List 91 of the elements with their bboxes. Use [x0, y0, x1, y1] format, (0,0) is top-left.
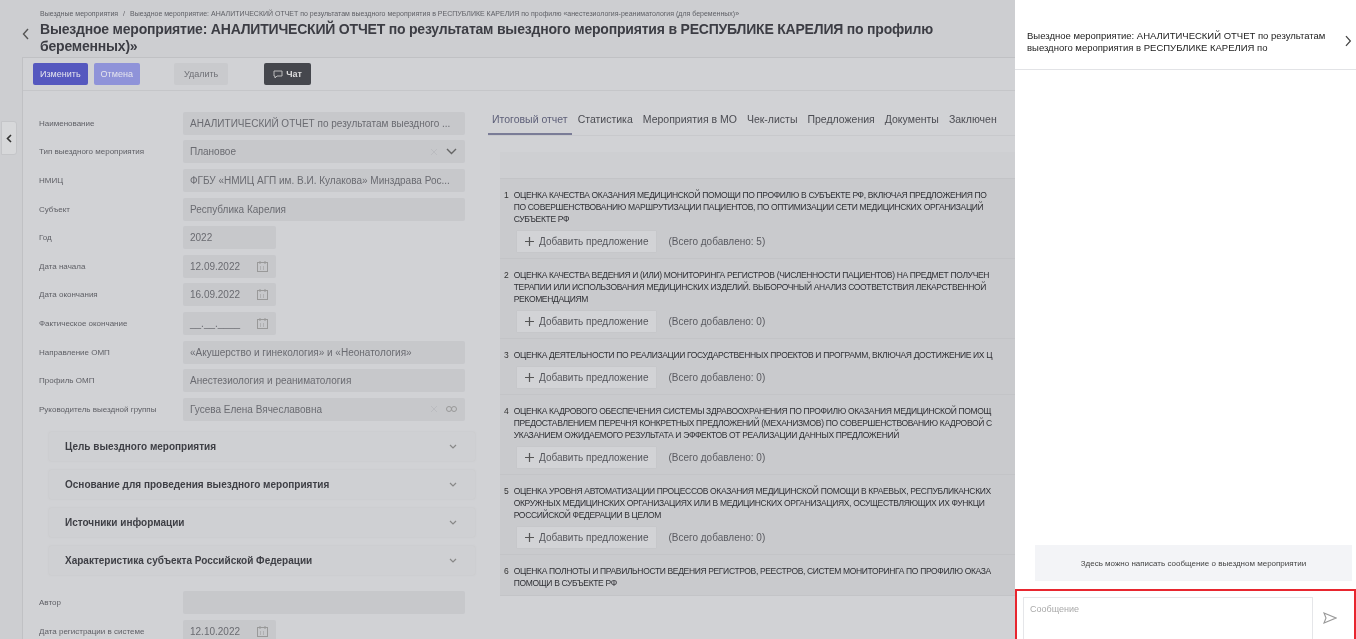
plus-icon [525, 533, 534, 542]
added-count: (Всего добавлено: 0) [668, 372, 766, 383]
added-count: (Всего добавлено: 0) [668, 316, 766, 327]
added-count: (Всего добавлено: 0) [668, 452, 766, 463]
plus-icon [525, 373, 534, 382]
field-label: Наименование [39, 118, 96, 128]
added-count: (Всего добавлено: 5) [668, 236, 766, 247]
message-field[interactable]: Сообщение [1023, 597, 1313, 639]
chat-button[interactable]: Чат [264, 63, 312, 85]
item-text: ОЦЕНКА ПОЛНОТЫ И ПРАВИЛЬНОСТИ ВЕДЕНИЯ РЕГИСТРОВ, РЕЕСТРОВ, СИСТЕМ МОНИТОРИНГА ПО ПРОФИЛЮ ОКАЗА [513, 565, 991, 577]
field-label: Направление ОМП [39, 347, 111, 357]
item-number: 3 [504, 349, 509, 361]
item-text: УКАЗАНИЕМ ОЖИДАЕМОГО РЕЗУЛЬТАТА И ЭФФЕКТОВ ОТ РЕАЛИЗАЦИИ ДАННЫХ ПРЕДЛОЖЕНИЙ [513, 429, 900, 441]
chat-title: Выездное мероприятие: АНАЛИТИЧЕСКИЙ ОТЧЕТ по результатам выездного мероприятия в РЕСПУБЛИКЕ КАРЕЛИЯ по [1027, 30, 1327, 54]
input-field[interactable]: 16.09.2022 [183, 283, 276, 307]
item-text: ПРЕДОСТАВЛЕНИЕМ ПЕРЕЧНЯ КОНКРЕТНЫХ ПРЕДЛОЖЕНИЙ (МЕХАНИЗМОВ) ПО СОВЕРШЕНСТВОВАНИЮ КАДРОВОЙ С [513, 417, 992, 429]
input-field[interactable]: «Акушерство и гинекология» и «Неонатология» [183, 340, 465, 364]
field-label: Дата начала [39, 261, 87, 271]
add-proposal-button[interactable]: Добавить предложение [517, 527, 657, 548]
field-label: Дата окончания [39, 290, 99, 300]
item-text: ОКРУЖНЫХ МЕДИЦИНСКИХ ОРГАНИЗАЦИЯХ ИЛИ В МЕДИЦИНСКИХ ОРГАНИЗАЦИЯХ, ОСУЩЕСТВЛЯЮЩИХ ИХ ФУНКЦИ [513, 497, 986, 509]
plus-icon [525, 453, 534, 462]
tab[interactable]: Чек-листы [742, 109, 802, 135]
calendar-icon[interactable] [257, 625, 268, 637]
item-text: РОССИЙСКОЙ ФЕДЕРАЦИИ В ЦЕЛОМ [513, 509, 663, 521]
tab[interactable]: Мероприятия в МО [638, 109, 741, 135]
item-text: РЕКОМЕНДАЦИЯМ [513, 293, 589, 305]
item-number: 2 [504, 269, 509, 282]
chevron-down-icon[interactable] [446, 148, 457, 156]
field-label: Руководитель выездной группы [39, 404, 158, 414]
tab[interactable]: Документы [880, 109, 943, 135]
field-label: Год [39, 233, 53, 243]
tab[interactable]: Статистика [573, 109, 637, 135]
tab[interactable]: Предложения [803, 109, 879, 135]
back-chevron-icon[interactable] [22, 28, 30, 40]
input-field[interactable]: АНАЛИТИЧЕСКИЙ ОТЧЕТ по результатам выездного ... [183, 111, 465, 135]
input-field[interactable]: Плановое [183, 140, 465, 164]
toolbar-button[interactable]: Изменить [33, 63, 88, 85]
chat-bubble-icon [273, 69, 284, 79]
add-proposal-button[interactable]: Добавить предложение [517, 367, 657, 388]
field-label: Фактическое окончание [39, 318, 129, 328]
input-field[interactable]: __.__.____ [183, 311, 276, 335]
field-label: Дата регистрации в системе [39, 626, 146, 636]
field-label: Тип выездного мероприятия [39, 147, 146, 157]
item-number: 5 [504, 485, 509, 498]
send-icon[interactable] [1323, 612, 1337, 624]
accordion-section[interactable]: Основание для проведения выездного мероприятия [49, 469, 475, 499]
field-label: Профиль ОМП [39, 376, 96, 386]
plus-icon [525, 317, 534, 326]
item-text: ОЦЕНКА КАЧЕСТВА ВЕДЕНИЯ И (ИЛИ) МОНИТОРИНГА РЕГИСТРОВ (ЧИСЛЕННОСТИ ПАЦИЕНТОВ) НА ПРЕДМЕТ ПОЛУЧЕН [513, 269, 990, 281]
added-count: (Всего добавлено: 0) [668, 532, 766, 543]
input-field[interactable]: Гусева Елена Вячеславовна [183, 397, 465, 421]
item-number: 1 [504, 189, 509, 202]
link-icon[interactable] [446, 406, 457, 413]
calendar-icon[interactable] [257, 289, 268, 301]
accordion-section[interactable]: Цель выездного мероприятия [49, 431, 475, 461]
input-field[interactable]: 12.09.2022 [183, 254, 276, 278]
item-text: ПОМОЩИ В СУБЪЕКТЕ РФ [513, 577, 618, 589]
item-text: ОЦЕНКА УРОВНЯ АВТОМАТИЗАЦИИ ПРОЦЕССОВ ОКАЗАНИЯ МЕДИЦИНСКОЙ ПОМОЩИ В КРАЕВЫХ, РЕСПУБЛИКАНСКИХ [513, 485, 991, 497]
chevron-left-icon [6, 133, 12, 143]
item-text: ОЦЕНКА КАЧЕСТВА ОКАЗАНИЯ МЕДИЦИНСКОЙ ПОМОЩИ ПО ПРОФИЛЮ В СУБЪЕКТЕ РФ, ВКЛЮЧАЯ ПРЕДЛОЖЕНИЯ ПО [513, 189, 987, 201]
input-field[interactable]: 12.10.2022 [183, 619, 276, 639]
page-title: беременных)» [40, 38, 139, 55]
field-label: Автор [39, 598, 62, 608]
input-field[interactable]: 2022 [183, 226, 276, 250]
item-text: ПО СОВЕРШЕНСТВОВАНИЮ МАРШРУТИЗАЦИИ ПАЦИЕНТОВ, ПО ОПТИМИЗАЦИИ СЕТИ МЕДИЦИНСКИХ ОРГАНИЗАЦИЙ [513, 201, 985, 213]
collapse-panel-button[interactable] [1, 121, 17, 155]
accordion-section[interactable]: Характеристика субъекта Российской Федерации [49, 545, 475, 575]
page-title: Выездное мероприятие: АНАЛИТИЧЕСКИЙ ОТЧЕТ по результатам выездного мероприятия в РЕСПУБЛИКЕ КАРЕЛИЯ по профилю [40, 21, 933, 38]
chevron-right-icon[interactable] [1345, 35, 1352, 47]
add-proposal-button[interactable]: Добавить предложение [517, 311, 657, 332]
chat-hint: Здесь можно написать сообщение о выездном мероприятии [1035, 545, 1352, 581]
calendar-icon[interactable] [257, 260, 268, 272]
accordion-section[interactable]: Источники информации [49, 507, 475, 537]
input-field[interactable]: Анестезиология и реаниматология [183, 369, 465, 393]
plus-icon [525, 237, 534, 246]
input-field[interactable]: ФГБУ «НМИЦ АГП им. В.И. Кулакова» Минздрава Рос... [183, 169, 465, 192]
add-proposal-button[interactable]: Добавить предложение [517, 231, 657, 252]
item-text: ОЦЕНКА ДЕЯТЕЛЬНОСТИ ПО РЕАЛИЗАЦИИ ГОСУДАРСТВЕННЫХ ПРОЕКТОВ И ПРОГРАММ, ВКЛЮЧАЯ ДОСТИЖЕНИЕ ИХ Ц [513, 349, 993, 361]
calendar-icon[interactable] [257, 317, 268, 329]
field-label: Субъект [39, 204, 71, 214]
input-field[interactable]: Республика Карелия [183, 197, 465, 221]
field-label: НМИЦ [39, 176, 65, 185]
item-text: СУБЪЕКТЕ РФ [513, 213, 571, 225]
item-number: 4 [504, 405, 509, 418]
add-proposal-button[interactable]: Добавить предложение [517, 447, 657, 468]
tab[interactable]: Заключен [944, 109, 1001, 135]
item-text: ТЕРАПИИ ИЛИ ИСПОЛЬЗОВАНИЯ МЕДИЦИНСКИХ ИЗДЕЛИЙ. ВЫБОРОЧНЫЙ АНАЛИЗ СООТВЕТСТВИЯ ЛЕКАРСТВЕННОЙ [513, 281, 988, 293]
item-text: ОЦЕНКА КАДРОВОГО ОБЕСПЕЧЕНИЯ СИСТЕМЫ ЗДРАВООХРАНЕНИЯ ПО ПРОФИЛЮ ОКАЗАНИЯ МЕДИЦИНСКОЙ ПОМОЩ [513, 405, 992, 417]
tab[interactable]: Итоговый отчет [488, 109, 572, 135]
item-number: 6 [504, 565, 509, 578]
